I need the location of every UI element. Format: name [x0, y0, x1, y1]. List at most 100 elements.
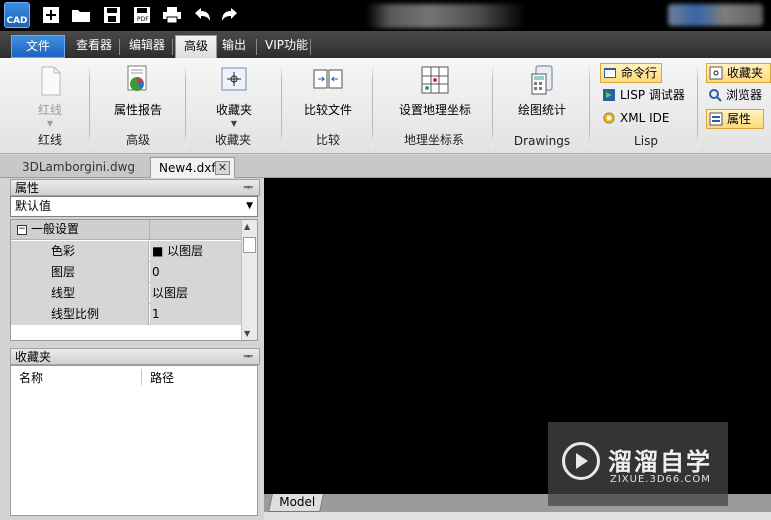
- document-tab-active[interactable]: New4.dxf ✕: [150, 157, 235, 178]
- group-divider: [281, 64, 282, 148]
- drawing-statistics-button[interactable]: 绘图统计: [512, 64, 572, 118]
- group-label-favorites: 收藏夹: [214, 133, 251, 147]
- scroll-up-icon[interactable]: ▲: [244, 222, 250, 231]
- ribbon-tab-bar: 文件 查看器 编辑器 高级 输出 VIP功能: [0, 31, 771, 58]
- property-row[interactable]: 线型比例 1: [11, 304, 241, 325]
- tab-viewer[interactable]: 查看器: [68, 35, 120, 58]
- app-window: CAD PDF 文件 查看器 编辑器 高级 输出 VIP功能 红线 ▼ 红线 属…: [0, 0, 771, 520]
- group-label-lisp: Lisp: [634, 134, 658, 148]
- property-category[interactable]: − 一般设置: [11, 220, 241, 240]
- svg-text:PDF: PDF: [137, 16, 149, 23]
- xml-ide-label: XML IDE: [620, 111, 670, 125]
- favorites-panel-header: 收藏夹 ᆍ: [10, 348, 260, 365]
- tab-model[interactable]: Model: [268, 494, 324, 512]
- xml-ide-button[interactable]: XML IDE: [600, 109, 673, 129]
- tab-divider: [172, 39, 173, 55]
- property-key: 线型: [11, 283, 149, 304]
- favorites-column-header: 名称 路径: [10, 365, 258, 387]
- collapse-icon[interactable]: −: [17, 225, 27, 235]
- property-grid-scrollbar[interactable]: ▲ ▼: [241, 220, 257, 340]
- properties-icon: [709, 112, 723, 126]
- geo-grid-icon: [417, 64, 453, 98]
- undo-icon[interactable]: [191, 5, 213, 25]
- properties-selector[interactable]: 默认值 ▼: [10, 196, 258, 217]
- favorites-label: 收藏夹: [215, 103, 252, 117]
- set-geo-coordinates-button[interactable]: 设置地理坐标: [394, 64, 476, 118]
- favorites-icon: [216, 64, 252, 98]
- properties-panel-toggle[interactable]: 属性: [706, 109, 764, 129]
- property-key: 线型比例: [11, 304, 149, 325]
- new-icon[interactable]: [40, 5, 62, 25]
- scroll-thumb[interactable]: [243, 237, 256, 253]
- browser-icon: [708, 88, 722, 102]
- compare-files-label: 比较文件: [303, 103, 352, 117]
- group-divider: [372, 64, 373, 148]
- pin-icon[interactable]: ᆍ: [243, 180, 253, 196]
- favorites-button[interactable]: 收藏夹 ▼: [208, 64, 260, 128]
- column-name[interactable]: 名称: [19, 369, 43, 386]
- scroll-down-icon[interactable]: ▼: [244, 329, 250, 338]
- ribbon-panel: 红线 ▼ 红线 属性报告 高级 收藏夹 ▼ 收藏夹 比较文件 比较 设置地理坐标…: [0, 58, 771, 154]
- open-icon[interactable]: [70, 5, 92, 25]
- tab-file[interactable]: 文件: [11, 35, 65, 58]
- title-bar: CAD PDF: [0, 0, 771, 31]
- group-divider: [589, 64, 590, 148]
- close-icon[interactable]: ✕: [215, 161, 230, 175]
- favorites-list[interactable]: [10, 386, 258, 516]
- print-icon[interactable]: [161, 5, 183, 25]
- watermark-title: 溜溜自学: [608, 448, 712, 476]
- property-row[interactable]: 色彩 ■ 以图层: [11, 241, 241, 262]
- tab-model-label: Model: [279, 495, 316, 509]
- xml-ide-icon: [602, 111, 616, 125]
- tab-divider: [310, 39, 311, 55]
- property-category-label: 一般设置: [31, 222, 80, 236]
- group-divider: [492, 64, 493, 148]
- property-value[interactable]: 1: [150, 304, 241, 325]
- property-report-icon: [120, 64, 156, 98]
- tab-advanced[interactable]: 高级: [175, 35, 218, 58]
- app-logo[interactable]: CAD: [4, 2, 30, 28]
- favorites-panel-label: 收藏夹: [727, 66, 764, 80]
- column-path[interactable]: 路径: [141, 369, 174, 385]
- group-label-advanced: 高级: [125, 133, 150, 147]
- browser-panel-toggle[interactable]: 浏览器: [706, 86, 766, 106]
- favorites-panel-toggle[interactable]: 收藏夹: [706, 63, 771, 83]
- compare-files-button[interactable]: 比较文件: [298, 64, 358, 118]
- properties-panel-label: 属性: [727, 112, 752, 126]
- pin-icon[interactable]: ᆍ: [243, 349, 253, 365]
- property-row[interactable]: 图层 0: [11, 262, 241, 283]
- property-report-button[interactable]: 属性报告: [107, 64, 169, 118]
- group-redline: 红线 ▼ 红线: [10, 58, 90, 154]
- property-value[interactable]: 0: [150, 262, 241, 283]
- group-advanced: 属性报告 高级: [93, 58, 183, 154]
- compare-files-icon: [310, 64, 346, 98]
- group-label-compare: 比较: [315, 133, 340, 147]
- property-key: 图层: [11, 262, 149, 283]
- lisp-debugger-label: LISP 调试器: [620, 88, 685, 102]
- redline-button[interactable]: 红线 ▼: [26, 64, 74, 128]
- document-tab[interactable]: 3DLamborgini.dwg: [10, 157, 147, 178]
- property-value[interactable]: ■ 以图层: [150, 241, 241, 262]
- group-panels: 收藏夹 浏览器 属性: [702, 58, 771, 154]
- tab-output[interactable]: 输出: [214, 35, 254, 58]
- chevron-down-icon: ▼: [46, 119, 54, 128]
- group-lisp: 命令行 LISP 调试器 XML IDE Lisp: [596, 58, 696, 154]
- command-line-button[interactable]: 命令行: [600, 63, 663, 83]
- lisp-debugger-button[interactable]: LISP 调试器: [600, 86, 689, 106]
- blurred-user-area: [668, 4, 763, 26]
- tab-editor[interactable]: 编辑器: [121, 35, 173, 58]
- redo-icon[interactable]: [219, 5, 241, 25]
- tab-vip[interactable]: VIP功能: [257, 35, 316, 58]
- save-pdf-icon[interactable]: PDF: [131, 5, 153, 25]
- property-grid: − 一般设置 色彩 ■ 以图层 图层 0 线型 以图层 线型比例 1 ▲ ▼: [10, 219, 258, 341]
- group-drawings: 绘图统计 Drawings: [496, 58, 588, 154]
- property-value[interactable]: 以图层: [150, 283, 241, 304]
- watermark: 溜溜自学 ZIXUE.3D66.COM: [548, 422, 728, 506]
- chevron-down-icon: ▼: [230, 119, 238, 128]
- save-icon[interactable]: [101, 5, 123, 25]
- property-row[interactable]: 线型 以图层: [11, 283, 241, 304]
- left-dock: 属性 ᆍ 默认值 ▼ − 一般设置 色彩 ■ 以图层 图层 0 线型 以图层 线…: [0, 178, 262, 520]
- property-key: 色彩: [11, 241, 149, 262]
- properties-selector-value: 默认值: [15, 199, 52, 213]
- command-line-icon: [603, 66, 617, 80]
